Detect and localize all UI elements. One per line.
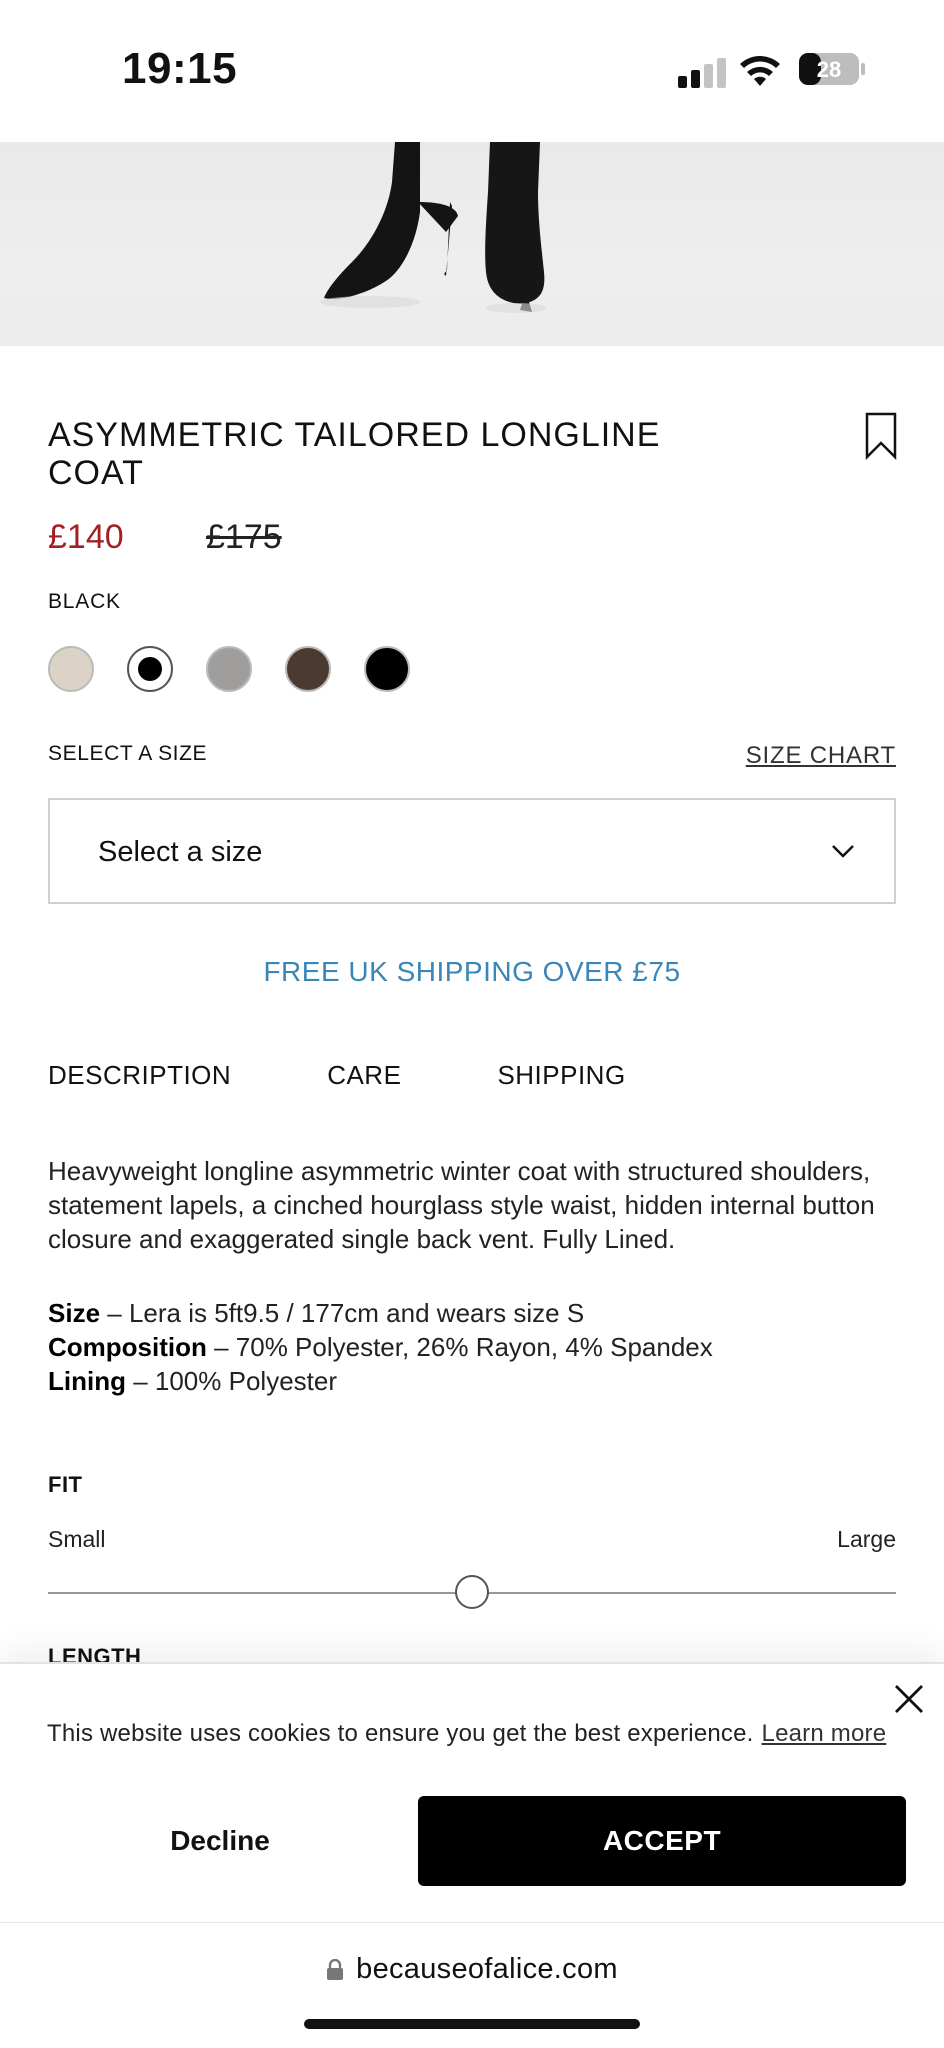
decline-button[interactable]: Decline: [48, 1796, 392, 1886]
swatch-cream[interactable]: [48, 646, 94, 692]
swatch-black[interactable]: [364, 646, 410, 692]
info-tabs: DESCRIPTION CARE SHIPPING: [48, 1060, 626, 1091]
select-size-label: SELECT A SIZE: [48, 742, 208, 765]
spec-lining: Lining – 100% Polyester: [48, 1366, 337, 1396]
signal-icon: [678, 58, 726, 88]
chevron-down-icon: [832, 845, 854, 858]
color-swatches: [48, 646, 410, 692]
tab-shipping[interactable]: SHIPPING: [497, 1060, 625, 1091]
url-text: becauseofalice.com: [356, 1953, 618, 1985]
size-dropdown[interactable]: Select a size: [48, 798, 896, 904]
boots-image: [320, 142, 546, 313]
swatch-brown[interactable]: [285, 646, 331, 692]
battery-icon: 28: [799, 53, 865, 85]
fit-max-label: Large: [837, 1526, 896, 1552]
fit-heading: FIT: [48, 1472, 83, 1497]
swatch-grey[interactable]: [206, 646, 252, 692]
accept-button[interactable]: ACCEPT: [418, 1796, 906, 1886]
battery-level: 28: [817, 57, 841, 82]
size-dropdown-value: Select a size: [98, 836, 263, 868]
cookie-message: This website uses cookies to ensure you …: [47, 1720, 886, 1748]
bookmark-icon[interactable]: [864, 412, 898, 460]
product-image[interactable]: [0, 142, 944, 346]
spec-composition: Composition – 70% Polyester, 26% Rayon, …: [48, 1332, 713, 1362]
fit-min-label: Small: [48, 1526, 106, 1552]
spec-list: Size – Lera is 5ft9.5 / 177cm and wears …: [48, 1296, 908, 1398]
fit-scale-indicator: [455, 1575, 489, 1609]
selected-color-label: BLACK: [48, 590, 121, 613]
status-time: 19:15: [122, 44, 238, 93]
cookie-message-text: This website uses cookies to ensure you …: [47, 1720, 754, 1747]
learn-more-link[interactable]: Learn more: [762, 1720, 887, 1747]
spec-size: Size – Lera is 5ft9.5 / 177cm and wears …: [48, 1298, 585, 1328]
cookie-banner: This website uses cookies to ensure you …: [0, 1662, 944, 1922]
tab-care[interactable]: CARE: [327, 1060, 401, 1091]
shipping-promo: FREE UK SHIPPING OVER £75: [263, 956, 681, 987]
sale-price: £140: [48, 518, 124, 556]
swatch-black-selected[interactable]: [127, 646, 173, 692]
description-text: Heavyweight longline asymmetric winter c…: [48, 1156, 875, 1254]
size-chart-link[interactable]: SIZE CHART: [746, 742, 896, 770]
status-bar: 19:15 28: [0, 0, 944, 142]
original-price: £175: [206, 518, 282, 556]
product-title: ASYMMETRIC TAILORED LONGLINE COAT: [48, 416, 661, 492]
lock-icon: [327, 1958, 344, 1980]
close-icon[interactable]: [892, 1682, 926, 1716]
wifi-icon: [740, 56, 780, 86]
tab-description[interactable]: DESCRIPTION: [48, 1060, 231, 1091]
fit-scale-track: [48, 1575, 896, 1609]
home-indicator: [304, 2019, 640, 2029]
length-heading: LENGTH: [48, 1644, 142, 1662]
browser-url-bar[interactable]: becauseofalice.com: [0, 1922, 944, 2048]
url-display: becauseofalice.com: [0, 1953, 944, 1986]
